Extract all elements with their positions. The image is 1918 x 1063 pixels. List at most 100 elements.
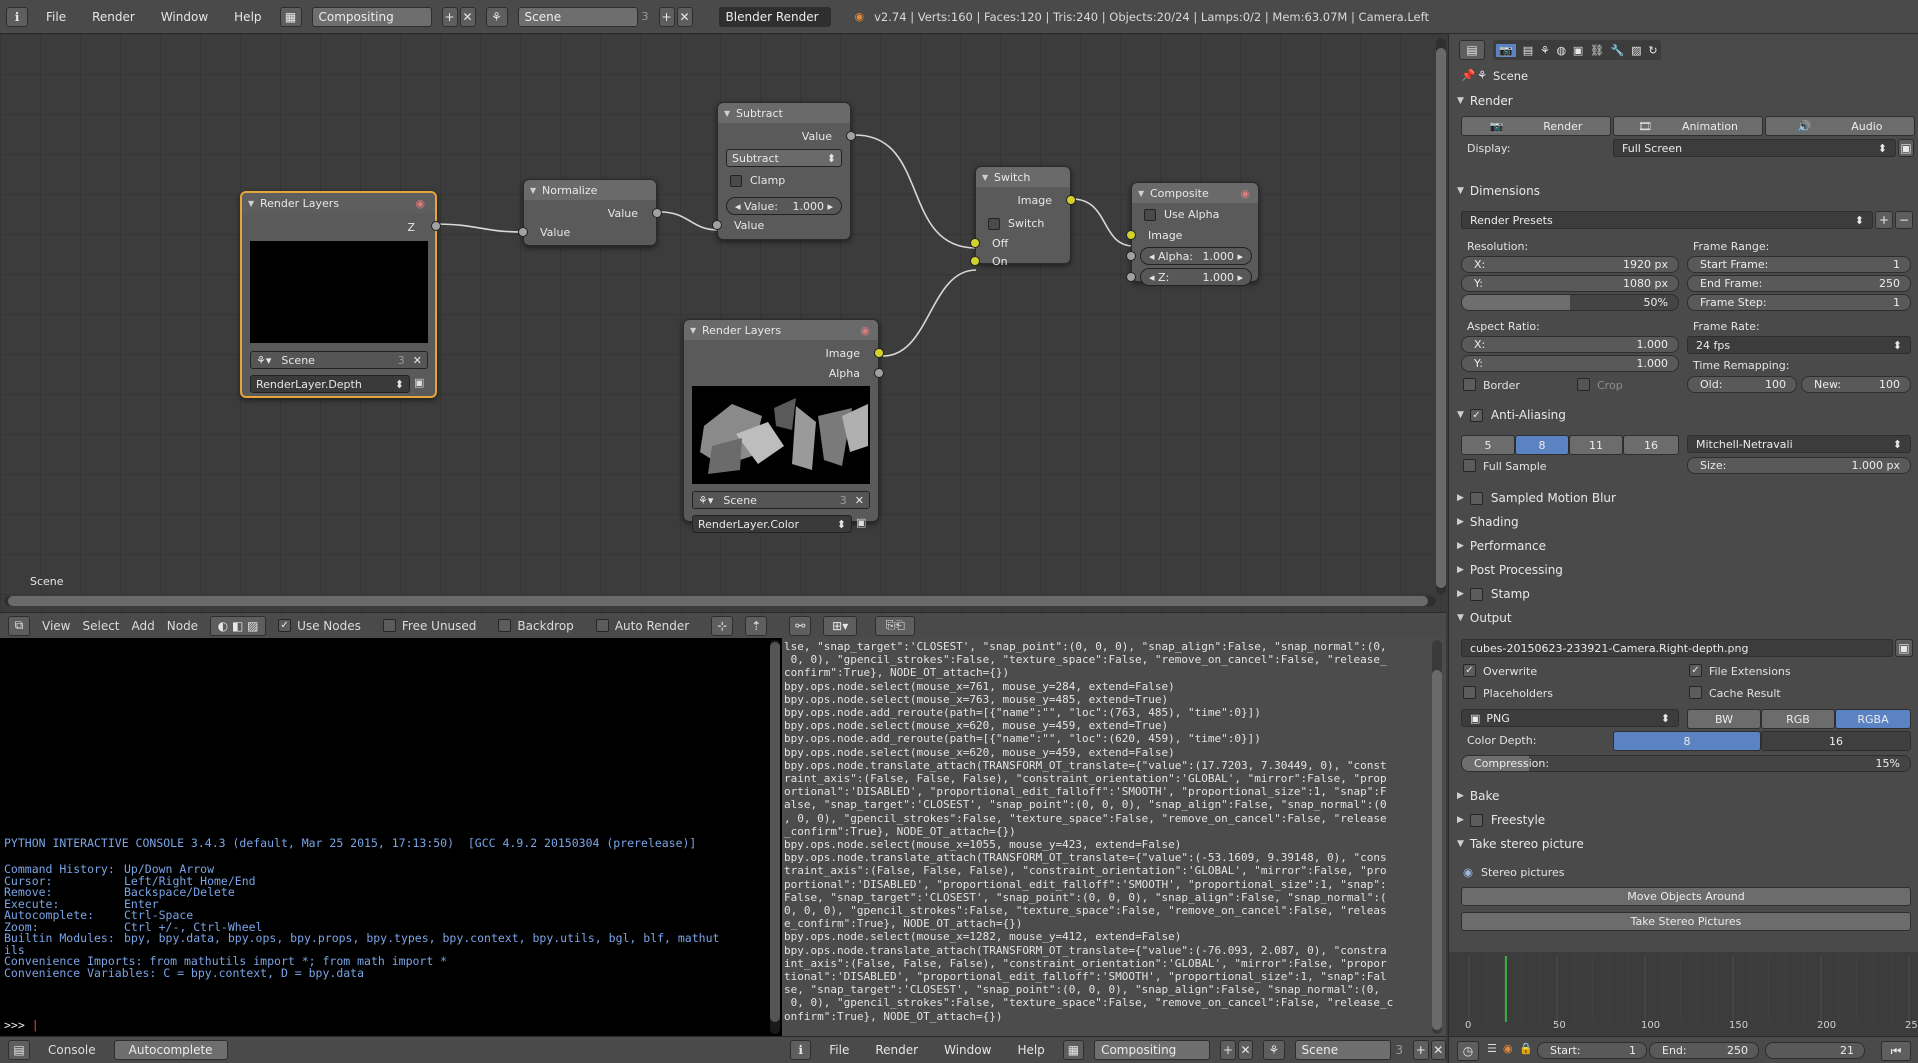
use-nodes-checkbox[interactable]: ✓ [278, 619, 292, 632]
resolution-x-field[interactable]: X: 1920 px [1461, 256, 1679, 273]
parent-icon[interactable]: ⇡ [745, 615, 768, 636]
color-mode-bw[interactable]: BW [1687, 709, 1761, 729]
console-menu[interactable]: Console [40, 1043, 104, 1057]
panel-output-header[interactable]: ▼ Output [1457, 608, 1512, 628]
panel-bake-header[interactable]: ▶ Bake [1457, 786, 1499, 806]
socket-input-value[interactable] [518, 227, 528, 237]
stamp-checkbox[interactable] [1469, 587, 1483, 601]
current-frame-field[interactable]: 21 [1765, 1042, 1865, 1059]
remove-preset-button[interactable]: − [1895, 211, 1913, 229]
context-tabs[interactable]: 📷 ▤ ⚘ ◍ ▣ ⛓ 🔧 ▨ ↻ [1493, 40, 1661, 60]
autocomplete-button[interactable]: Autocomplete [113, 1040, 228, 1060]
socket-input-image[interactable] [1126, 230, 1136, 240]
resolution-y-field[interactable]: Y: 1080 px [1461, 275, 1679, 292]
menu-render[interactable]: Render [84, 10, 143, 24]
aa-filter-select[interactable]: Mitchell-Netravali ⬍ [1687, 435, 1911, 453]
node-header[interactable]: Render Layers [242, 193, 435, 213]
remove-layout-button[interactable]: ✕ [459, 6, 476, 27]
socket-output-value[interactable] [652, 208, 662, 218]
time-new-field[interactable]: New: 100 [1801, 376, 1911, 393]
render-layer-select[interactable]: RenderLayer.Color ⬍ [692, 515, 852, 533]
aa-samples-16[interactable]: 16 [1623, 435, 1679, 455]
editor-type-node-icon[interactable]: ⧉ [8, 615, 30, 636]
render-engine-select[interactable]: Blender Render [718, 6, 831, 27]
layers-tab-icon[interactable]: ▤ [1523, 44, 1533, 57]
lock-icon[interactable]: 🔒 [1519, 1042, 1533, 1055]
placeholders-checkbox[interactable] [1463, 686, 1476, 699]
color-mode-rgb[interactable]: RGB [1761, 709, 1835, 729]
socket-output-image[interactable] [874, 348, 884, 358]
use-alpha-checkbox[interactable] [1144, 209, 1156, 221]
view-menu-icon[interactable]: ☰ [1487, 1042, 1497, 1055]
menu-help[interactable]: Help [1009, 1043, 1052, 1057]
socket-input-off[interactable] [970, 238, 980, 248]
console-scrollbar[interactable] [770, 640, 780, 1034]
close-icon[interactable]: ✕ [855, 494, 864, 507]
panel-post-processing-header[interactable]: ▶ Post Processing [1457, 560, 1563, 580]
full-sample-checkbox[interactable] [1463, 459, 1476, 472]
freestyle-checkbox[interactable] [1469, 813, 1483, 827]
horizontal-scrollbar[interactable] [4, 596, 1436, 606]
render-icon[interactable]: ◉ [860, 324, 870, 337]
scene-tab-icon[interactable]: ⚘ [1540, 44, 1550, 57]
take-stereo-pictures-button[interactable]: Take Stereo Pictures [1461, 912, 1911, 931]
editor-type-info-icon[interactable]: ℹ [790, 1040, 812, 1060]
panel-dimensions-header[interactable]: ▼ Dimensions [1457, 181, 1540, 201]
socket-input-alpha[interactable] [1126, 251, 1136, 261]
snap-element-select[interactable]: ⊞▾ [823, 615, 858, 636]
node-header[interactable]: Normalize [524, 180, 656, 200]
start-frame-field[interactable]: Start Frame: 1 [1687, 256, 1911, 273]
modifiers-tab-icon[interactable]: 🔧 [1611, 44, 1625, 57]
node-render-layers-depth[interactable]: Render Layers ◉ Z ⚘▾ Scene 3 ✕ RenderLayer… [240, 191, 441, 398]
screen-layout-icon[interactable]: ▦ [279, 6, 302, 27]
panel-motion-blur-header[interactable]: ▶ Sampled Motion Blur [1457, 488, 1616, 508]
render-button[interactable]: 📷 Render [1461, 116, 1611, 136]
socket-input-z[interactable] [1126, 272, 1136, 282]
socket-output-image[interactable] [1066, 195, 1076, 205]
scene-field[interactable]: Scene [517, 6, 638, 27]
clamp-checkbox[interactable] [730, 175, 742, 187]
screen-layout-field[interactable]: Compositing [1094, 1040, 1211, 1060]
editor-type-properties-icon[interactable]: ▤ [1459, 40, 1485, 60]
timeline-start-field[interactable]: Start: 1 [1537, 1042, 1647, 1059]
border-checkbox[interactable] [1463, 378, 1476, 391]
python-console[interactable]: PYTHON INTERACTIVE CONSOLE 3.4.3 (defaul… [0, 638, 782, 1036]
info-scrollbar[interactable] [1432, 640, 1442, 1034]
switch-checkbox[interactable] [988, 218, 1000, 230]
scene-field[interactable]: Scene [1294, 1040, 1392, 1060]
render-tab-icon[interactable]: 📷 [1496, 43, 1517, 57]
scene-icon[interactable]: ⚘ [485, 6, 508, 27]
z-field[interactable]: ◂ Z: 1.000 ▸ [1140, 268, 1252, 286]
menu-window[interactable]: Window [936, 1043, 999, 1057]
file-format-select[interactable]: ▣ PNG ⬍ [1461, 709, 1679, 727]
socket-input-value[interactable] [712, 220, 722, 230]
resolution-percentage-slider[interactable]: 50% [1461, 294, 1679, 311]
scrollbar-thumb[interactable] [1436, 48, 1446, 588]
scrollbar-thumb[interactable] [770, 642, 780, 1022]
panel-stereo-header[interactable]: ▼ Take stereo picture [1457, 834, 1584, 854]
add-layout-button[interactable]: + [441, 6, 458, 27]
operation-select[interactable]: Subtract ⬍ [726, 149, 842, 167]
crop-checkbox[interactable] [1577, 378, 1590, 391]
editor-type-timeline-icon[interactable]: ◷ [1457, 1041, 1479, 1061]
color-depth-8[interactable]: 8 [1613, 731, 1761, 751]
remove-scene-button[interactable]: ✕ [676, 6, 693, 27]
node-header[interactable]: Subtract [718, 103, 850, 123]
screen-layout-icon[interactable]: ▦ [1062, 1040, 1085, 1060]
audio-button[interactable]: 🔊 Audio [1765, 116, 1915, 136]
console-prompt[interactable]: >>> | [4, 1018, 39, 1032]
node-subtract[interactable]: Subtract Value Subtract⬍ Clamp ◂ Value:1… [712, 102, 856, 240]
color-mode-rgba[interactable]: RGBA [1835, 709, 1911, 729]
file-extensions-checkbox[interactable]: ✓ [1689, 664, 1702, 677]
alpha-field[interactable]: ◂ Alpha: 1.000 ▸ [1140, 247, 1252, 265]
scrollbar-thumb[interactable] [1432, 670, 1442, 1030]
antialiasing-checkbox[interactable]: ✓ [1469, 408, 1483, 422]
add-scene-button[interactable]: + [1413, 1040, 1429, 1060]
move-objects-around-button[interactable]: Move Objects Around [1461, 887, 1911, 906]
socket-z[interactable] [431, 221, 441, 231]
add-preset-button[interactable]: + [1875, 211, 1893, 229]
panel-freestyle-header[interactable]: ▶ Freestyle [1457, 810, 1545, 830]
lock-interface-icon[interactable]: ▣ [1898, 139, 1914, 157]
node-header[interactable]: Composite [1132, 183, 1258, 203]
node-tree-type-buttons[interactable]: ◐ ◧ ▨ [210, 615, 267, 636]
